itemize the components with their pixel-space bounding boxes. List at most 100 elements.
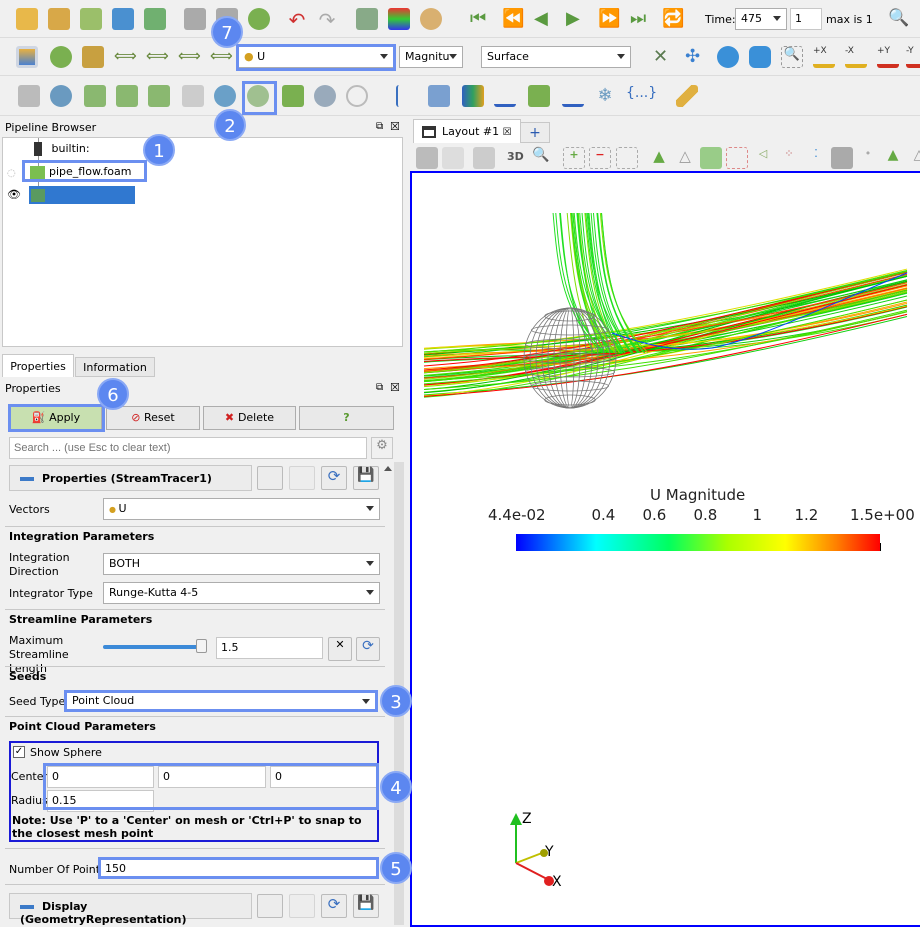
close-icon[interactable]: ☒ [390,120,400,133]
capture-redo-icon[interactable] [442,147,464,169]
integrator-type-select[interactable]: Runge-Kutta 4-5 [103,582,380,604]
max-length-slider[interactable] [103,645,207,649]
vectors-select[interactable]: ● U [103,498,380,520]
rescale-temporal-icon[interactable]: ⟺ [178,46,201,68]
rescale-visible-icon[interactable]: ⟺ [210,46,233,68]
first-frame-icon[interactable]: ⏮ [470,8,492,30]
reset-range-icon[interactable]: ✕ [328,637,352,661]
interactive-select-icon[interactable]: ⁚ [805,147,827,169]
close-icon[interactable]: ☒ [390,381,400,394]
extract-subset-icon[interactable] [182,85,204,107]
temporal-statistics-icon[interactable] [562,85,584,107]
paste-icon[interactable] [289,894,315,918]
histogram-icon[interactable] [462,85,484,107]
visibility-on-icon[interactable]: 👁 [7,188,21,201]
split-horizontal-icon[interactable]: + [563,147,585,169]
ruler-icon[interactable] [676,85,698,107]
zoom-closest-icon[interactable] [749,46,771,68]
glyph-icon[interactable] [214,85,236,107]
macro-icon[interactable] [144,8,166,30]
previous-frame-icon[interactable]: ⏪ [502,8,524,30]
pipeline-item-streamtracer[interactable]: StreamTracer1 [29,186,135,215]
color-legend-icon[interactable] [16,46,38,68]
pipeline-item-builtin[interactable]: builtin: [31,142,90,162]
find-data-icon[interactable] [356,8,378,30]
reverse-play-icon[interactable]: ◀ [534,8,556,30]
copy-icon[interactable] [257,894,283,918]
view-plus-x-icon[interactable]: +X [813,46,835,68]
contour-icon[interactable] [50,85,72,107]
hover-icon[interactable] [831,147,853,169]
reset-session-icon[interactable] [248,8,270,30]
next-frame-icon[interactable]: ⏩ [598,8,620,30]
plot-selection-icon[interactable] [428,85,450,107]
search-input[interactable] [9,437,367,459]
number-of-points-input[interactable]: 150 [98,857,379,879]
time-select[interactable]: 475 [735,8,787,30]
seed-type-select[interactable]: Point Cloud [64,690,378,712]
reset-camera-icon[interactable]: ✕ [653,46,675,68]
select-polygon-icon[interactable]: ◁ [752,147,774,169]
select-points-tool-icon[interactable]: △ [908,147,920,169]
rescale-icon[interactable] [82,46,104,68]
camera-zoom-icon[interactable]: 🔍 [532,147,554,169]
copy-icon[interactable] [257,466,283,490]
maximize-icon[interactable] [616,147,638,169]
representation-select[interactable]: Surface [481,46,631,68]
grow-selection-icon[interactable]: • [857,147,879,169]
select-cells-icon[interactable]: ▲ [648,147,670,169]
visibility-off-icon[interactable]: ◌ [7,168,16,179]
tab-layout-1[interactable]: Layout #1 ☒ [413,119,521,143]
edit-color-map-icon[interactable] [50,46,72,68]
slider-handle[interactable] [196,639,207,653]
color-map-icon[interactable] [388,8,410,30]
restore-defaults-icon[interactable]: ⟳ [321,466,347,490]
float-icon[interactable]: ⧉ [376,382,383,393]
threshold-icon[interactable] [148,85,170,107]
plot-over-line-icon[interactable] [396,85,418,107]
extract-level-icon[interactable] [346,85,368,107]
screenshot-icon[interactable] [473,147,495,169]
timestep-spinbox[interactable]: 1 [790,8,822,30]
palette-icon[interactable] [420,8,442,30]
render-view[interactable]: Z YX U Magnitude 4.4e-02 0.4 0.6 0.8 1 1.2 1.5e… [410,171,920,927]
rescale-range-icon[interactable]: ⟺ [146,46,169,68]
max-length-input[interactable]: 1.5 [216,637,323,659]
view-minus-x-icon[interactable]: -X [845,46,867,68]
add-layout-tab-button[interactable]: + [520,122,550,143]
plot-data-icon[interactable] [494,85,516,107]
integration-direction-select[interactable]: BOTH [103,553,380,575]
open-icon[interactable] [16,8,38,30]
open-recent-icon[interactable] [48,8,70,30]
properties-section-header[interactable]: Properties (StreamTracer1) [9,465,252,491]
show-sphere-checkbox[interactable]: ✓ [13,746,25,758]
last-frame-icon[interactable]: ⏭ [630,8,652,30]
float-icon[interactable]: ⧉ [376,121,383,132]
select-frustum-icon[interactable] [726,147,748,169]
paste-icon[interactable] [289,466,315,490]
split-vertical-icon[interactable]: − [589,147,611,169]
reset-button[interactable]: ⊘ Reset [106,406,200,430]
warp-vector-icon[interactable] [282,85,304,107]
capture-undo-icon[interactable] [416,147,438,169]
select-points-on-icon[interactable]: ⁘ [778,147,800,169]
save-defaults-icon[interactable]: 💾 [353,466,379,490]
display-section-header[interactable]: Display (GeometryRepresentation) [9,893,252,926]
slice-icon[interactable] [116,85,138,107]
undo-icon[interactable]: ↶ [286,8,308,32]
help-button[interactable]: ? [299,406,394,430]
loop-icon[interactable]: 🔁 [662,8,684,30]
select-block-icon[interactable] [700,147,722,169]
refresh-icon[interactable]: ⟳ [356,637,380,661]
redo-icon[interactable]: ↷ [316,8,338,32]
select-cells-on-icon[interactable]: ▲ [882,147,904,169]
zoom-box-icon[interactable]: 🔍 [781,46,803,68]
rescale-custom-icon[interactable]: ⟺ [114,46,137,68]
python-filter-icon[interactable]: {...} [626,85,657,107]
component-select[interactable]: Magnitu [399,46,463,68]
colorbar[interactable] [516,534,880,551]
toggle-3d-button[interactable]: 3D [507,150,524,163]
restore-defaults-icon[interactable]: ⟳ [321,894,347,918]
zoom-data-icon[interactable]: 🔍 [888,8,910,30]
crystal-icon[interactable]: ❄ [594,85,616,107]
